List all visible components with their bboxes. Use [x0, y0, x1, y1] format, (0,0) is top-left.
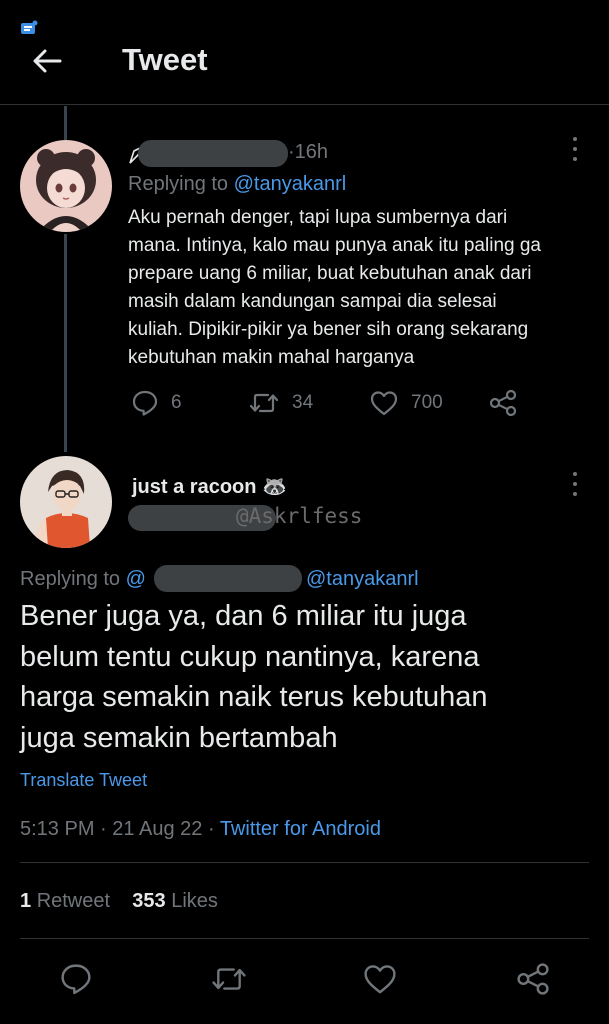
reply-button[interactable] — [53, 956, 99, 1002]
likes-stat[interactable]: 353 Likes — [132, 890, 218, 912]
divider — [20, 862, 589, 863]
divider — [20, 938, 589, 939]
mention-link[interactable]: @tanyakanrl — [234, 173, 347, 195]
heart-icon — [364, 965, 396, 994]
engagement-stats: 1 Retweet 353 Likes — [20, 888, 218, 914]
notification-badge-icon — [20, 20, 38, 36]
back-button[interactable] — [24, 42, 70, 80]
racoon-icon: 🦝 — [262, 476, 287, 498]
like-button[interactable] — [357, 956, 403, 1002]
replying-to: Replying to @ — [20, 568, 146, 590]
top-bar: Tweet — [0, 38, 609, 105]
more-vertical-icon[interactable] — [565, 472, 585, 496]
source-link[interactable]: Twitter for Android — [220, 818, 381, 840]
page-title: Tweet — [122, 42, 208, 77]
like-count: 700 — [411, 392, 443, 413]
share-button[interactable] — [488, 388, 518, 418]
share-button[interactable] — [510, 956, 556, 1002]
avatar[interactable] — [20, 140, 112, 232]
retweet-count: 34 — [292, 392, 314, 413]
translate-tweet-link[interactable]: Translate Tweet — [20, 768, 147, 792]
reply-count: 6 — [171, 392, 182, 413]
retweet-button[interactable] — [206, 956, 252, 1002]
reply-button[interactable]: 6 — [131, 388, 182, 418]
more-vertical-icon[interactable] — [565, 137, 585, 161]
replying-to: Replying to @tanyakanrl — [128, 173, 347, 195]
watermark-handle: @Askrlfess — [236, 504, 363, 528]
tweet-time: ·16h — [288, 141, 329, 163]
tweet-text: Aku pernah denger, tapi lupa sumbernya d… — [128, 207, 541, 368]
like-button[interactable]: 700 — [369, 388, 443, 418]
mention-link[interactable]: @tanyakanrl — [306, 567, 419, 591]
display-name[interactable]: just a racoon 🦝 — [132, 475, 287, 499]
redacted-name — [138, 140, 288, 167]
retweet-icon — [249, 393, 279, 413]
tweet-text: Bener juga ya, dan 6 miliar itu juga bel… — [20, 600, 488, 754]
share-icon — [489, 389, 517, 417]
arrow-left-icon — [33, 49, 62, 73]
heart-icon — [370, 391, 398, 416]
tweet-timestamp: 5:13 PM · 21 Aug 22 · Twitter for Androi… — [20, 818, 381, 840]
avatar[interactable] — [20, 456, 112, 548]
retweet-icon — [212, 968, 246, 990]
share-icon — [517, 963, 549, 995]
retweets-stat[interactable]: 1 Retweet — [20, 890, 110, 912]
reply-icon — [61, 964, 91, 995]
retweet-button[interactable]: 34 — [248, 388, 313, 418]
thread-line-top — [64, 106, 67, 140]
reply-icon — [132, 390, 158, 416]
redacted-mention — [154, 565, 302, 592]
thread-line-bottom — [64, 234, 67, 452]
mention-at[interactable]: @ — [126, 568, 146, 590]
